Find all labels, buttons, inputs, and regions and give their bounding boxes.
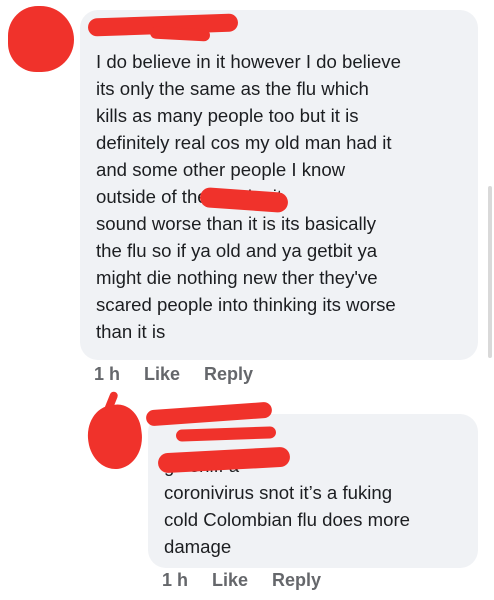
comment-bubble: I do believe in it however I do believe … (80, 10, 478, 360)
scrollbar[interactable] (488, 186, 492, 358)
comment-actions: 1 h Like Reply (94, 364, 253, 385)
reply-timestamp[interactable]: 1 h (162, 570, 188, 591)
replier-avatar-redacted[interactable] (83, 401, 147, 473)
reply-button[interactable]: Reply (204, 364, 253, 385)
reply-like-button[interactable]: Like (212, 570, 248, 591)
comment-timestamp[interactable]: 1 h (94, 364, 120, 385)
comment-thread: I do believe in it however I do believe … (0, 0, 494, 600)
reply-reply-button[interactable]: Reply (272, 570, 321, 591)
like-button[interactable]: Like (144, 364, 180, 385)
reply-actions: 1 h Like Reply (162, 570, 321, 591)
commenter-avatar-redacted[interactable] (8, 6, 74, 72)
